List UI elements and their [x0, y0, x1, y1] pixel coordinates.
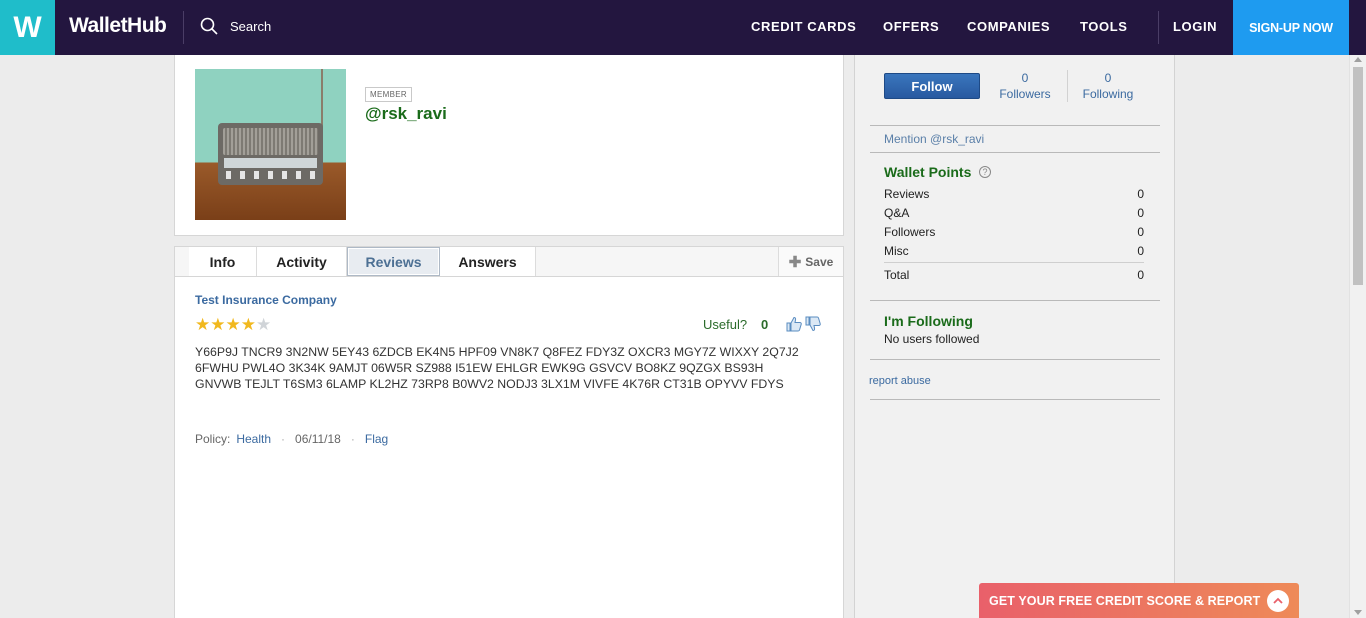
nav-tools[interactable]: TOOLS — [1080, 19, 1128, 34]
divider — [870, 359, 1160, 360]
tab-reviews[interactable]: Reviews — [347, 247, 440, 276]
star-empty-icon: ★ — [256, 315, 272, 334]
profile-username: @rsk_ravi — [365, 104, 447, 123]
separator-dot: · — [281, 432, 286, 446]
plus-icon: ✚ — [788, 253, 802, 271]
points-row-qa: Q&A 0 — [884, 206, 1144, 220]
tab-activity[interactable]: Activity — [257, 247, 347, 276]
credit-score-cta[interactable]: GET YOUR FREE CREDIT SCORE & REPORT — [979, 583, 1299, 618]
points-row-followers: Followers 0 — [884, 225, 1144, 239]
tab-answers[interactable]: Answers — [440, 247, 536, 276]
logo-letter: W — [13, 10, 42, 44]
following-count: 0 — [1104, 71, 1112, 85]
profile-sidebar: Follow 0 Followers 0 Following Mention @… — [854, 55, 1175, 618]
review-company-link[interactable]: Test Insurance Company — [195, 293, 337, 307]
thumbs-down-icon[interactable] — [805, 316, 821, 332]
divider — [1158, 11, 1159, 44]
thumbs-up-icon[interactable] — [786, 316, 802, 332]
divider — [870, 125, 1160, 126]
useful-count: 0 — [761, 317, 769, 332]
following-stat[interactable]: 0 Following — [1077, 70, 1139, 102]
cta-label: GET YOUR FREE CREDIT SCORE & REPORT — [989, 593, 1261, 608]
divider — [870, 152, 1160, 153]
follow-button[interactable]: Follow — [884, 73, 980, 99]
avatar[interactable] — [195, 69, 346, 220]
scroll-thumb[interactable] — [1353, 67, 1363, 285]
wallet-points-title: Wallet Points — [884, 164, 972, 180]
tab-info[interactable]: Info — [189, 247, 257, 276]
scroll-down-arrow-icon[interactable] — [1354, 610, 1362, 615]
followers-label: Followers — [999, 87, 1051, 101]
chevron-up-icon[interactable] — [1267, 590, 1289, 612]
policy-label: Policy: — [195, 432, 231, 446]
rating-stars: ★ ★ ★ ★ ★ — [195, 316, 271, 333]
profile-card: MEMBER @rsk_ravi — [174, 55, 844, 236]
star-icon: ★ — [240, 315, 256, 334]
policy-link[interactable]: Health — [236, 432, 271, 446]
wallethub-logo[interactable]: W — [0, 0, 55, 55]
followers-stat[interactable]: 0 Followers — [995, 70, 1055, 102]
points-row-misc: Misc 0 — [884, 244, 1144, 258]
useful-label: Useful? — [703, 317, 748, 332]
member-badge: MEMBER — [365, 87, 412, 102]
brand-name[interactable]: WalletHub — [69, 14, 167, 38]
points-row-total: Total 0 — [884, 268, 1144, 282]
search-icon — [200, 17, 218, 35]
star-icon: ★ — [225, 315, 241, 334]
flag-link[interactable]: Flag — [365, 432, 388, 446]
star-icon: ★ — [210, 315, 226, 334]
report-abuse-link[interactable]: report abuse — [869, 375, 931, 387]
search-box[interactable]: Search — [200, 17, 271, 35]
review-meta: Policy: Health · 06/11/18 · Flag — [195, 432, 388, 446]
no-users-followed: No users followed — [884, 332, 980, 346]
nav-credit-cards[interactable]: CREDIT CARDS — [751, 19, 856, 34]
radio-antenna — [321, 69, 323, 127]
save-label: Save — [805, 254, 834, 269]
following-title: I'm Following — [884, 313, 973, 329]
save-button[interactable]: ✚ Save — [778, 247, 843, 276]
points-row-reviews: Reviews 0 — [884, 187, 1144, 201]
nav-companies[interactable]: COMPANIES — [967, 19, 1050, 34]
content-card: Info Activity Reviews Answers ✚ Save Tes… — [174, 246, 844, 618]
divider — [870, 399, 1160, 400]
review-date: 06/11/18 — [295, 432, 341, 446]
help-icon[interactable]: ? — [979, 166, 991, 178]
following-label: Following — [1082, 87, 1134, 101]
top-navbar: W WalletHub Search CREDIT CARDS OFFERS C… — [0, 0, 1366, 55]
profile-tabs: Info Activity Reviews Answers ✚ Save — [175, 247, 843, 277]
nav-offers[interactable]: OFFERS — [883, 19, 939, 34]
page-scrollbar[interactable] — [1349, 55, 1366, 618]
star-icon: ★ — [195, 315, 211, 334]
divider — [870, 300, 1160, 301]
followers-count: 0 — [1021, 71, 1029, 85]
divider — [884, 262, 1144, 263]
signup-button[interactable]: SIGN-UP NOW — [1233, 0, 1349, 55]
review-text: Y66P9J TNCR9 3N2NW 5EY43 6ZDCB EK4N5 HPF… — [195, 345, 799, 391]
vintage-radio-image — [218, 123, 323, 185]
divider — [183, 11, 184, 44]
search-placeholder: Search — [230, 18, 272, 34]
mention-link[interactable]: Mention @rsk_ravi — [884, 132, 984, 146]
divider — [1067, 70, 1068, 102]
separator-dot: · — [350, 432, 355, 446]
scroll-up-arrow-icon[interactable] — [1354, 57, 1362, 62]
login-link[interactable]: LOGIN — [1173, 19, 1217, 34]
